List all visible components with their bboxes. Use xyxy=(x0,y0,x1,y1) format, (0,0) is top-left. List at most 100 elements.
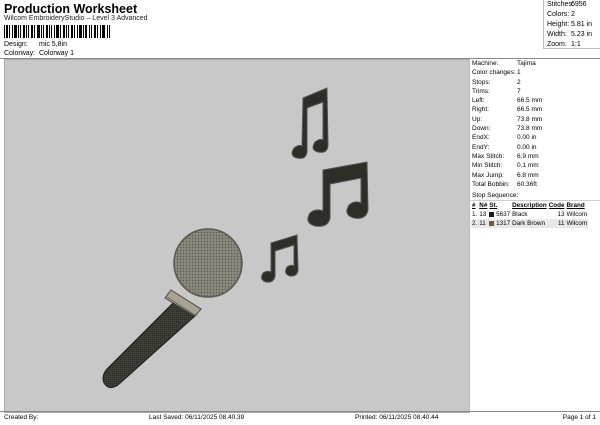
info-label: EndY: xyxy=(472,143,490,151)
info-label: EndX: xyxy=(472,134,490,142)
needle-number: 11 xyxy=(478,219,489,229)
stitch-count: 1317 xyxy=(488,219,512,229)
table-header-row: # N# St. Description Code Brand xyxy=(471,201,588,210)
color-swatch xyxy=(489,211,495,217)
width-value: 5.23 in xyxy=(571,31,593,38)
thread-brand: Wilcom xyxy=(565,219,589,229)
zoom-value: 1:1 xyxy=(571,41,581,48)
worksheet-footer: Created By: Last Saved: 06/11/2025 08.40… xyxy=(0,411,600,425)
zoom-row: Zoom: 1:1 xyxy=(544,40,600,50)
info-row: Up: 73.8 mm xyxy=(470,115,600,124)
info-value: 66.5 mm xyxy=(517,106,543,114)
info-row: Right: 66.5 mm xyxy=(470,105,600,114)
width-label: Width: xyxy=(547,31,567,38)
music-note-icon xyxy=(307,161,369,227)
info-label: Min Stitch: xyxy=(472,162,503,170)
info-value: 7 xyxy=(517,87,521,95)
info-row: EndY: 0.00 in xyxy=(470,143,600,152)
info-value: 1 xyxy=(517,69,521,77)
col-header: N# xyxy=(479,202,488,210)
thread-code: 11 xyxy=(547,219,566,229)
colorway-value: Colorway 1 xyxy=(38,50,74,57)
machine-info-list: Machine: Tajima Color changes:1 Stops: 2 T… xyxy=(470,59,600,189)
stitch-count: 5637 xyxy=(488,210,511,219)
stop-sequence-title: Stop Sequence: xyxy=(470,191,600,202)
height-value: 5.81 in xyxy=(571,21,593,28)
info-label: Up: xyxy=(472,115,483,123)
stitches-label: Stitches: xyxy=(547,1,574,8)
zoom-label: Zoom: xyxy=(547,41,567,48)
music-note-icon xyxy=(291,87,329,159)
info-value: 73.8 mm xyxy=(517,115,543,123)
info-value: 66.5 mm xyxy=(517,97,543,105)
col-header: St. xyxy=(489,202,498,210)
info-row: Left: 66.5 mm xyxy=(470,96,600,105)
stop-sequence-table: # N# St. Description Code Brand 1. 13 56… xyxy=(471,201,589,229)
info-value: 0.00 in xyxy=(517,134,537,142)
info-row: Trims: 7 xyxy=(470,87,600,96)
info-value: 0.00 in xyxy=(517,143,537,151)
design-stats-box: Stitches:6956 Colors: 2 Height: 5.81 in Wi… xyxy=(543,0,600,49)
microphone-icon xyxy=(102,228,243,389)
thread-code: 13 xyxy=(557,211,565,219)
design-value: mic 5,8in xyxy=(38,41,67,48)
stitches-value: 6956 xyxy=(571,1,587,8)
info-value: 2 xyxy=(517,78,521,86)
col-header: Brand xyxy=(566,202,585,210)
thread-brand: Wilcom xyxy=(566,211,588,219)
stitch-count-value: 1317 xyxy=(496,220,511,228)
info-label: Left: xyxy=(472,97,485,105)
color-swatch xyxy=(489,220,495,226)
info-row: Color changes:1 xyxy=(470,68,600,77)
col-header: Description xyxy=(512,202,547,210)
stitches-row: Stitches:6956 xyxy=(544,0,600,10)
info-label: Color changes: xyxy=(472,69,516,77)
info-value: 6.8 mm xyxy=(517,171,539,179)
machine-info-panel: Machine: Tajima Color changes:1 Stops: 2 T… xyxy=(469,59,600,411)
info-label: Stops: xyxy=(472,78,491,86)
printed-date: Printed: 06/11/2025 08.40.44 xyxy=(355,414,439,421)
info-row: Max Stitch: 6.9 mm xyxy=(470,152,600,161)
info-value: Tajima xyxy=(517,60,536,67)
info-value: 60.36ft xyxy=(517,180,537,188)
thread-description: Black xyxy=(512,211,528,219)
info-label: Down: xyxy=(472,125,491,133)
height-row: Height: 5.81 in xyxy=(544,20,600,30)
stop-number: 2. xyxy=(471,219,479,229)
design-canvas xyxy=(102,87,369,389)
colorway-row: Colorway: Colorway 1 xyxy=(4,50,74,57)
stop-number: 1. xyxy=(472,211,478,219)
info-row: Min Stitch: 0.1 mm xyxy=(470,161,600,170)
worksheet-header: Production Worksheet Wilcom EmbroiderySt… xyxy=(0,0,600,58)
page-title: Production Worksheet xyxy=(4,2,138,16)
colors-row: Colors: 2 xyxy=(544,10,600,20)
height-label: Height: xyxy=(547,21,570,28)
design-preview xyxy=(4,59,470,413)
created-by: Created By: xyxy=(4,414,39,421)
info-value: 73.8 mm xyxy=(517,125,543,133)
needle-number: 13 xyxy=(479,211,487,219)
barcode-icon xyxy=(4,25,110,38)
info-row: Machine: Tajima xyxy=(470,59,600,68)
info-row: EndX: 0.00 in xyxy=(470,133,600,142)
info-row: Stops: 2 xyxy=(470,78,600,87)
software-subtitle: Wilcom EmbroideryStudio – Level 3 Advanc… xyxy=(4,15,148,22)
width-row: Width: 5.23 in xyxy=(544,30,600,40)
info-row: Down: 73.8 mm xyxy=(470,124,600,133)
info-label: Total Bobbin: xyxy=(472,180,510,188)
info-row: Total Bobbin: 60.36ft xyxy=(470,180,600,189)
thread-description: Dark Brown xyxy=(511,219,548,229)
last-saved: Last Saved: 06/11/2025 08.40.39 xyxy=(149,414,245,421)
info-row: Max Jump: 6.8 mm xyxy=(470,171,600,180)
design-label: Design: xyxy=(4,41,28,48)
info-label: Machine: xyxy=(472,60,499,67)
music-note-icon xyxy=(261,234,299,283)
info-label: Max Stitch: xyxy=(472,152,505,160)
colors-label: Colors: xyxy=(547,11,570,18)
info-label: Right: xyxy=(472,106,489,114)
colors-value: 2 xyxy=(571,11,575,18)
stitch-count-value: 5637 xyxy=(496,211,511,219)
info-value: 0.1 mm xyxy=(517,162,539,170)
info-value: 6.9 mm xyxy=(517,152,539,160)
page-number: Page 1 of 1 xyxy=(562,414,596,421)
